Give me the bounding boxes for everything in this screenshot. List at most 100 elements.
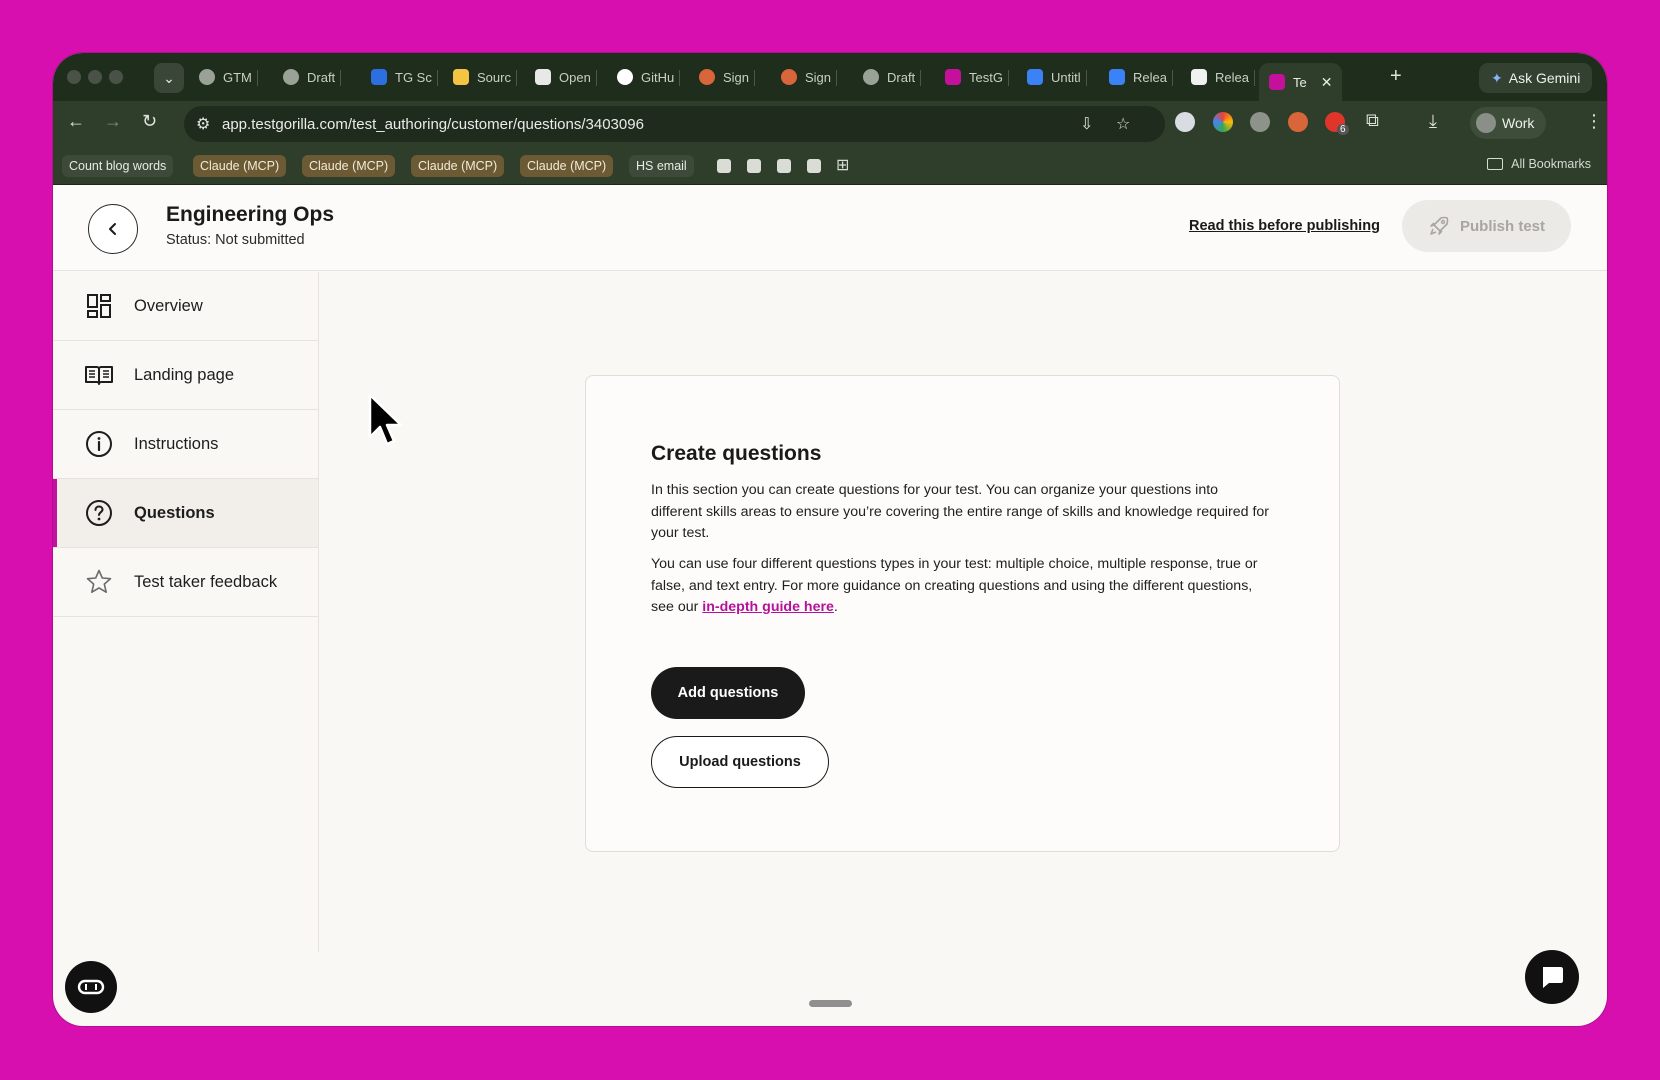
tab[interactable]: Relea: [1191, 63, 1255, 91]
claude-icon: [699, 69, 715, 85]
tab[interactable]: Draft: [283, 63, 342, 91]
bookmark-item[interactable]: Claude (MCP): [411, 155, 505, 177]
bookmark-star-icon[interactable]: ☆: [1116, 114, 1130, 134]
github-icon: [617, 69, 633, 85]
avatar: [1476, 113, 1496, 133]
bookmark-item[interactable]: Count blog words: [62, 155, 174, 177]
add-questions-button[interactable]: Add questions: [651, 667, 805, 719]
chevron-down-icon: ⌄: [163, 70, 175, 86]
address-bar[interactable]: ⚙ app.testgorilla.com/test_authoring/cus…: [184, 106, 1165, 142]
kebab-menu-icon[interactable]: ⋮: [1585, 111, 1603, 132]
extension-icon[interactable]: [1213, 112, 1233, 132]
upload-questions-button[interactable]: Upload questions: [651, 736, 829, 788]
bookmark-icon[interactable]: [777, 159, 791, 173]
read-before-publishing-link[interactable]: Read this before publishing: [1189, 218, 1380, 234]
docs-icon: [1027, 69, 1043, 85]
testgorilla-icon: [945, 69, 961, 85]
tab[interactable]: Open: [535, 63, 597, 91]
bookmark-icon[interactable]: [807, 159, 821, 173]
rocket-icon: [1430, 216, 1449, 235]
bookmark-item[interactable]: Claude (MCP): [520, 155, 614, 177]
bookmark-item[interactable]: HS email: [629, 155, 694, 177]
close-window-button[interactable]: [67, 70, 81, 84]
chat-bubble-icon: [1543, 967, 1563, 988]
apps-grid-icon[interactable]: ⊞: [836, 155, 849, 175]
reload-icon[interactable]: ↻: [142, 111, 157, 132]
sidebar: Overview Landing page Instructions Quest…: [53, 272, 319, 952]
extension-badge: 6: [1337, 124, 1349, 135]
drag-handle[interactable]: [809, 1000, 852, 1007]
tab[interactable]: TG Sc: [371, 63, 438, 91]
sidebar-item-instructions[interactable]: Instructions: [53, 410, 318, 479]
testgorilla-icon: [1269, 74, 1285, 90]
in-depth-guide-link[interactable]: in-depth guide here: [702, 599, 834, 615]
install-app-icon[interactable]: ⇩: [1080, 114, 1093, 134]
card-description: In this section you can create questions…: [651, 482, 1270, 541]
page-title: Engineering Ops: [166, 203, 335, 226]
info-icon: [84, 429, 114, 459]
back-button[interactable]: [88, 204, 138, 254]
grammarly-icon[interactable]: [1250, 112, 1270, 132]
site-settings-icon[interactable]: ⚙: [196, 114, 210, 134]
minimize-window-button[interactable]: [88, 70, 102, 84]
gemini-sparkle-icon: ✦: [1491, 69, 1503, 86]
tab[interactable]: Untitl: [1027, 63, 1087, 91]
bookmark-item[interactable]: Claude (MCP): [302, 155, 396, 177]
new-tab-button[interactable]: +: [1390, 65, 1402, 88]
tab-strip: ⌄ GTM Draft TG Sc Sourc Open GitHu Sign …: [53, 53, 1607, 101]
browser-window: ⌄ GTM Draft TG Sc Sourc Open GitHu Sign …: [53, 53, 1607, 1026]
create-questions-card: Create questions In this section you can…: [585, 375, 1340, 852]
openai-icon: [535, 69, 551, 85]
question-circle-icon: [84, 498, 114, 528]
claude-extension-icon[interactable]: [1288, 112, 1308, 132]
app-header: Engineering Ops Status: Not submitted Re…: [53, 185, 1607, 271]
sidebar-item-overview[interactable]: Overview: [53, 272, 318, 341]
tab-search-button[interactable]: ⌄: [154, 63, 184, 93]
extension-icon[interactable]: [1175, 112, 1195, 132]
mouse-cursor-icon: [368, 393, 403, 446]
close-tab-icon[interactable]: ✕: [1321, 74, 1333, 91]
bookmarks-bar: Count blog words Claude (MCP) Claude (MC…: [53, 145, 1607, 185]
puzzle-icon[interactable]: ⧉: [1366, 110, 1379, 131]
recorder-button[interactable]: [65, 961, 117, 1013]
chat-support-button[interactable]: [1525, 950, 1579, 1004]
forward-arrow-icon[interactable]: →: [104, 111, 122, 132]
all-bookmarks-button[interactable]: All Bookmarks: [1487, 157, 1591, 171]
maximize-window-button[interactable]: [109, 70, 123, 84]
jira-icon: [371, 69, 387, 85]
sidebar-item-landing-page[interactable]: Landing page: [53, 341, 318, 410]
bookmark-icon[interactable]: [747, 159, 761, 173]
card-guidance: You can use four different questions typ…: [651, 556, 1258, 615]
link-loop-icon: [77, 979, 105, 995]
publish-test-button[interactable]: Publish test: [1402, 200, 1571, 252]
back-arrow-icon[interactable]: ←: [67, 111, 85, 132]
tab[interactable]: TestG: [945, 63, 1009, 91]
browser-toolbar: ← → ↻ ⚙ app.testgorilla.com/test_authori…: [53, 101, 1607, 145]
docs-icon: [1109, 69, 1125, 85]
tab[interactable]: Sign: [699, 63, 756, 91]
bookmark-icon[interactable]: [717, 159, 731, 173]
star-icon: [84, 567, 114, 597]
url-text: app.testgorilla.com/test_authoring/custo…: [222, 115, 644, 133]
globe-icon: [199, 69, 215, 85]
download-icon[interactable]: ⤓: [1429, 111, 1437, 132]
profile-button[interactable]: Work: [1470, 107, 1547, 139]
sidebar-item-questions[interactable]: Questions: [53, 479, 318, 548]
bookmark-item[interactable]: Claude (MCP): [193, 155, 287, 177]
notion-icon: [1191, 69, 1207, 85]
tab[interactable]: Sign: [781, 63, 838, 91]
tab[interactable]: Relea: [1109, 63, 1173, 91]
status-text: Status: Not submitted: [166, 232, 305, 248]
tab[interactable]: GTM: [199, 63, 258, 91]
tab[interactable]: GitHu: [617, 63, 681, 91]
slides-icon: [453, 69, 469, 85]
globe-icon: [863, 69, 879, 85]
book-icon: [84, 360, 114, 390]
dashboard-icon: [84, 291, 114, 321]
ask-gemini-button[interactable]: ✦ Ask Gemini: [1479, 63, 1593, 93]
card-title: Create questions: [651, 442, 822, 465]
tab-active[interactable]: Te ✕: [1259, 63, 1343, 101]
tab[interactable]: Draft: [863, 63, 922, 91]
tab[interactable]: Sourc: [453, 63, 517, 91]
sidebar-item-test-taker-feedback[interactable]: Test taker feedback: [53, 548, 318, 617]
